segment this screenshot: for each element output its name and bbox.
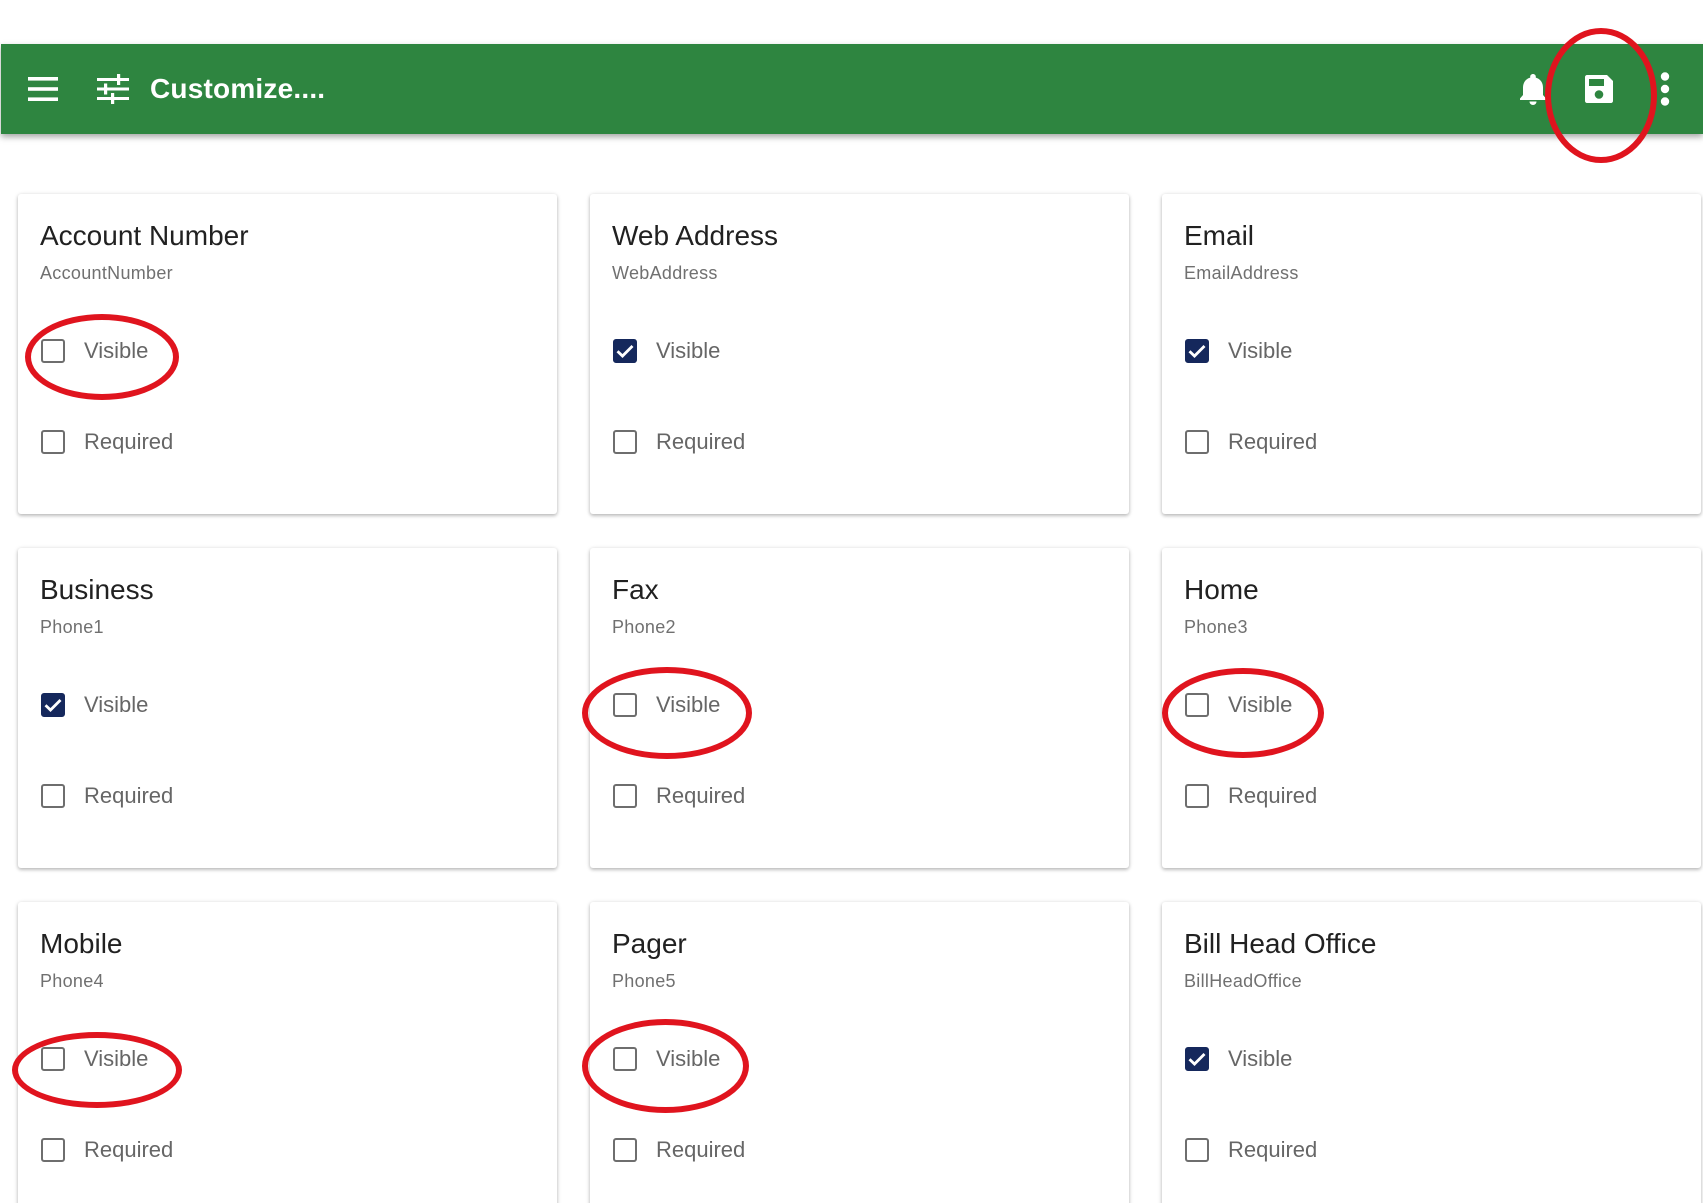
visible-checkbox[interactable]: Visible <box>1185 338 1292 364</box>
field-title: Mobile <box>40 928 123 959</box>
required-label: Required <box>656 783 746 808</box>
visible-label: Visible <box>656 1046 721 1071</box>
field-name: Phone5 <box>612 971 676 991</box>
required-label: Required <box>84 783 174 808</box>
field-title: Home <box>1184 574 1259 605</box>
visible-checkbox[interactable]: Visible <box>41 1046 148 1072</box>
required-checkbox-box[interactable] <box>613 784 637 808</box>
save-icon[interactable] <box>1579 44 1619 134</box>
visible-checkbox-box[interactable] <box>613 693 637 717</box>
visible-label: Visible <box>656 338 721 363</box>
field-card: Account Number AccountNumber Visible Req… <box>18 194 557 514</box>
checkmark-icon <box>1188 1053 1206 1066</box>
field-title: Web Address <box>612 220 779 251</box>
required-label: Required <box>656 429 746 454</box>
required-checkbox[interactable]: Required <box>1185 1137 1317 1163</box>
required-checkbox[interactable]: Required <box>41 1137 173 1163</box>
required-checkbox-box[interactable] <box>41 1138 65 1162</box>
field-name: Phone2 <box>612 617 676 637</box>
visible-checkbox-box[interactable] <box>1185 1047 1209 1071</box>
visible-label: Visible <box>84 338 149 363</box>
field-card: Bill Head Office BillHeadOffice Visible … <box>1162 902 1701 1203</box>
app-toolbar: Customize.... <box>1 44 1703 134</box>
field-name: WebAddress <box>612 263 718 283</box>
checkmark-icon <box>44 699 62 712</box>
checkmark-icon <box>1188 345 1206 358</box>
checkmark-icon <box>616 345 634 358</box>
field-card: Pager Phone5 Visible Required <box>590 902 1129 1203</box>
field-card-grid: Account Number AccountNumber Visible Req… <box>18 194 1703 1203</box>
field-name: EmailAddress <box>1184 263 1299 283</box>
visible-checkbox[interactable]: Visible <box>1185 692 1292 718</box>
required-checkbox-box[interactable] <box>41 784 65 808</box>
required-label: Required <box>84 1137 174 1162</box>
required-checkbox-box[interactable] <box>1185 430 1209 454</box>
required-checkbox[interactable]: Required <box>41 429 173 455</box>
field-title: Account Number <box>40 220 249 251</box>
field-title: Email <box>1184 220 1255 251</box>
visible-checkbox[interactable]: Visible <box>1185 1046 1292 1072</box>
visible-checkbox[interactable]: Visible <box>41 338 148 364</box>
field-title: Business <box>40 574 154 605</box>
field-card: Web Address WebAddress Visible Required <box>590 194 1129 514</box>
required-label: Required <box>656 1137 746 1162</box>
visible-label: Visible <box>656 692 721 717</box>
visible-label: Visible <box>1228 1046 1293 1071</box>
required-checkbox-box[interactable] <box>41 430 65 454</box>
field-card: Fax Phone2 Visible Required <box>590 548 1129 868</box>
visible-checkbox[interactable]: Visible <box>613 692 720 718</box>
visible-checkbox[interactable]: Visible <box>41 692 148 718</box>
required-label: Required <box>1228 1137 1318 1162</box>
page-title: Customize.... <box>150 73 326 104</box>
visible-checkbox-box[interactable] <box>41 1047 65 1071</box>
visible-label: Visible <box>84 1046 149 1071</box>
field-card: Mobile Phone4 Visible Required <box>18 902 557 1203</box>
visible-checkbox-box[interactable] <box>613 1047 637 1071</box>
field-title: Fax <box>612 574 659 605</box>
visible-checkbox-box[interactable] <box>1185 339 1209 363</box>
field-name: Phone1 <box>40 617 104 637</box>
required-label: Required <box>1228 429 1318 454</box>
visible-checkbox-box[interactable] <box>41 693 65 717</box>
required-checkbox-box[interactable] <box>1185 1138 1209 1162</box>
required-checkbox[interactable]: Required <box>41 783 173 809</box>
required-checkbox[interactable]: Required <box>613 1137 745 1163</box>
field-title: Pager <box>612 928 687 959</box>
required-checkbox-box[interactable] <box>1185 784 1209 808</box>
field-name: Phone3 <box>1184 617 1248 637</box>
field-card: Email EmailAddress Visible Required <box>1162 194 1701 514</box>
field-title: Bill Head Office <box>1184 928 1377 959</box>
visible-label: Visible <box>84 692 149 717</box>
field-name: AccountNumber <box>40 263 173 283</box>
menu-icon[interactable] <box>23 44 63 134</box>
more-vert-icon[interactable] <box>1653 44 1677 134</box>
bell-icon[interactable] <box>1513 44 1553 134</box>
visible-checkbox[interactable]: Visible <box>613 338 720 364</box>
required-checkbox[interactable]: Required <box>613 429 745 455</box>
required-checkbox[interactable]: Required <box>1185 429 1317 455</box>
tune-icon[interactable] <box>93 44 133 134</box>
required-label: Required <box>1228 783 1318 808</box>
visible-label: Visible <box>1228 338 1293 363</box>
required-label: Required <box>84 429 174 454</box>
field-name: BillHeadOffice <box>1184 971 1302 991</box>
visible-label: Visible <box>1228 692 1293 717</box>
visible-checkbox-box[interactable] <box>1185 693 1209 717</box>
visible-checkbox-box[interactable] <box>41 339 65 363</box>
field-card: Home Phone3 Visible Required <box>1162 548 1701 868</box>
visible-checkbox[interactable]: Visible <box>613 1046 720 1072</box>
required-checkbox-box[interactable] <box>613 1138 637 1162</box>
field-card: Business Phone1 Visible Required <box>18 548 557 868</box>
visible-checkbox-box[interactable] <box>613 339 637 363</box>
required-checkbox[interactable]: Required <box>613 783 745 809</box>
required-checkbox[interactable]: Required <box>1185 783 1317 809</box>
field-name: Phone4 <box>40 971 104 991</box>
required-checkbox-box[interactable] <box>613 430 637 454</box>
